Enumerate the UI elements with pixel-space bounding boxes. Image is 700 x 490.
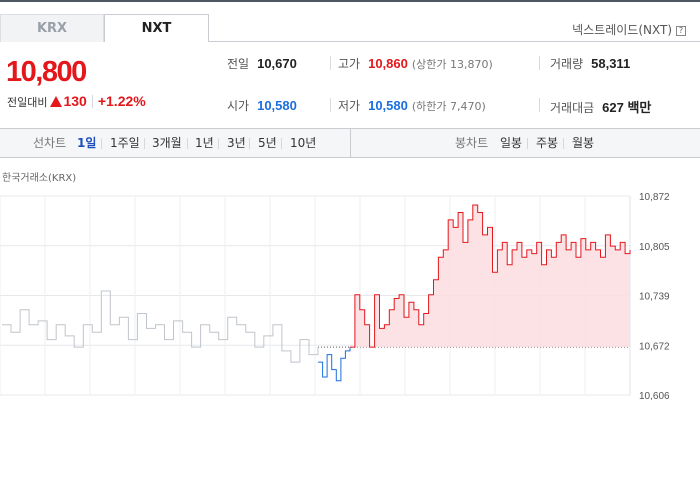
stat-value: 10,580 xyxy=(368,98,408,113)
line-chart-label: 선차트 xyxy=(33,136,67,150)
exchange-label: 한국거래소(KRX) xyxy=(2,173,77,184)
stat-amount: 거래대금 627 백만 xyxy=(550,97,651,116)
stat-label: 고가 xyxy=(338,57,361,71)
area-fill xyxy=(350,205,630,348)
period-5y[interactable]: 5년 xyxy=(258,129,277,157)
period-1w[interactable]: 1주일 xyxy=(110,129,140,157)
y-tick-label: 10,872 xyxy=(639,192,670,203)
stat-sub: (상한가 13,870) xyxy=(411,58,493,71)
y-axis-labels: 10,872 10,805 10,739 10,672 10,606 xyxy=(639,192,670,400)
change-value: 130 xyxy=(63,93,87,109)
stat-high: 고가 10,860 (상한가 13,870) xyxy=(338,55,493,72)
tab-divider-line xyxy=(209,41,700,42)
stat-label: 거래량 xyxy=(550,57,584,71)
top-border xyxy=(0,0,700,2)
question-icon[interactable]: ? xyxy=(676,26,686,36)
tab-krx[interactable]: KRX xyxy=(0,14,104,42)
stat-value: 10,860 xyxy=(368,56,408,71)
price-chart[interactable]: 10,872 10,805 10,739 10,672 10,606 xyxy=(0,185,700,400)
chart-area xyxy=(350,205,630,348)
nextrade-link[interactable]: 넥스트레이드(NXT)? xyxy=(572,21,686,38)
stat-divider xyxy=(330,98,331,112)
period-10y[interactable]: 10년 xyxy=(290,129,316,157)
stat-value: 627 백만 xyxy=(602,100,652,115)
nextrade-link-label[interactable]: 넥스트레이드(NXT) xyxy=(572,23,672,37)
stat-label: 저가 xyxy=(338,99,361,113)
period-separator xyxy=(249,138,250,149)
series-line-krx-reference xyxy=(2,290,319,363)
period-bar-divider xyxy=(350,129,351,157)
period-3m[interactable]: 3개월 xyxy=(152,129,182,157)
stat-value: 10,670 xyxy=(257,56,297,71)
period-separator xyxy=(218,138,219,149)
change-percent: +1.22% xyxy=(97,93,146,109)
period-separator xyxy=(563,138,564,149)
stat-divider xyxy=(330,56,331,70)
period-separator xyxy=(144,138,145,149)
stat-label: 시가 xyxy=(227,99,250,113)
y-tick-label: 10,805 xyxy=(639,242,670,253)
period-weekly[interactable]: 주봉 xyxy=(536,129,558,157)
stat-sub: (하한가 7,470) xyxy=(411,100,486,113)
period-1y[interactable]: 1년 xyxy=(195,129,214,157)
chart-period-bar: 선차트 1일 1주일 3개월 1년 3년 5년 10년 봉차트 일봉 주봉 월봉 xyxy=(0,128,700,158)
stat-volume: 거래량 58,311 xyxy=(550,55,630,72)
period-separator xyxy=(101,138,102,149)
y-tick-label: 10,606 xyxy=(639,391,670,400)
period-daily[interactable]: 일봉 xyxy=(500,129,522,157)
up-triangle-icon xyxy=(50,96,63,107)
price-change: 전일대비 130 +1.22% xyxy=(7,93,146,110)
change-label: 전일대비 xyxy=(7,96,48,109)
stat-low: 저가 10,580 (하한가 7,470) xyxy=(338,97,486,114)
stat-prev-close: 전일 10,670 xyxy=(227,55,297,72)
stat-divider xyxy=(539,98,540,112)
candle-chart-label: 봉차트 xyxy=(455,136,489,150)
stat-open: 시가 10,580 xyxy=(227,97,297,114)
period-separator xyxy=(187,138,188,149)
stat-label: 거래대금 xyxy=(550,101,595,115)
y-tick-label: 10,672 xyxy=(639,341,670,352)
tab-nxt[interactable]: NXT xyxy=(104,14,209,42)
period-3y[interactable]: 3년 xyxy=(227,129,246,157)
stat-label: 전일 xyxy=(227,57,250,71)
change-separator xyxy=(91,95,93,108)
series-line-nxt-below-prev-close xyxy=(318,347,351,382)
period-separator xyxy=(527,138,528,149)
y-tick-label: 10,739 xyxy=(639,292,670,303)
current-price: 10,800 xyxy=(6,56,87,88)
period-separator xyxy=(281,138,282,149)
period-1d[interactable]: 1일 xyxy=(77,129,96,157)
period-monthly[interactable]: 월봉 xyxy=(572,129,594,157)
stat-divider xyxy=(539,56,540,70)
stat-value: 58,311 xyxy=(591,56,631,71)
stat-value: 10,580 xyxy=(257,98,297,113)
